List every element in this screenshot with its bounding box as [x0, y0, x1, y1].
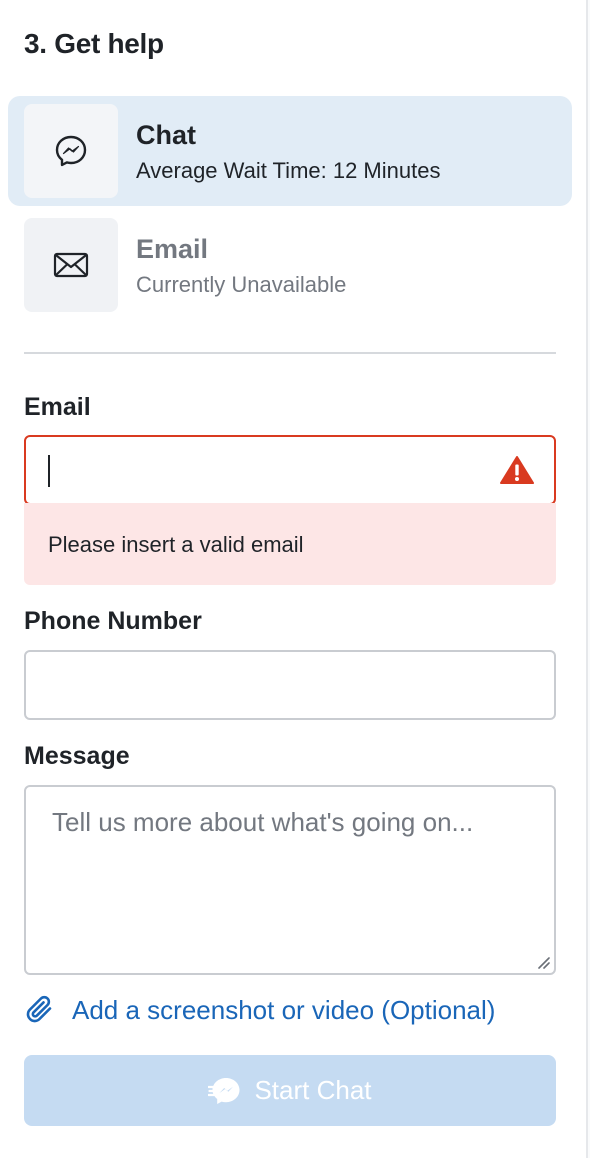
- option-email-title: Email: [136, 234, 209, 264]
- phone-field[interactable]: [24, 650, 556, 720]
- option-chat-wait-time: Average Wait Time: 12 Minutes: [136, 158, 441, 183]
- message-placeholder: Tell us more about what's going on...: [52, 807, 474, 837]
- get-help-panel: 3. Get help Chat Average Wait Time: 12 M…: [0, 0, 586, 1158]
- add-attachment-link[interactable]: Add a screenshot or video (Optional): [24, 994, 495, 1026]
- option-chat[interactable]: Chat Average Wait Time: 12 Minutes: [8, 96, 572, 206]
- phone-label: Phone Number: [24, 607, 202, 635]
- option-email: Email Currently Unavailable: [8, 210, 572, 320]
- email-label: Email: [24, 393, 91, 421]
- warning-icon: [500, 456, 534, 484]
- option-email-status: Currently Unavailable: [136, 272, 347, 297]
- paperclip-icon: [26, 995, 52, 1023]
- option-chat-title: Chat: [136, 120, 196, 150]
- divider: [24, 352, 556, 354]
- message-textarea[interactable]: Tell us more about what's going on...: [24, 785, 556, 975]
- messenger-icon: [55, 135, 87, 167]
- envelope-icon: [53, 252, 89, 278]
- messenger-icon: [208, 1077, 240, 1104]
- start-chat-button[interactable]: Start Chat: [24, 1055, 556, 1126]
- email-error-box: Please insert a valid email: [24, 503, 556, 585]
- message-label: Message: [24, 742, 130, 770]
- option-chat-icon-box: [24, 104, 118, 198]
- add-attachment-label: Add a screenshot or video (Optional): [72, 994, 496, 1025]
- option-email-icon-box: [24, 218, 118, 312]
- section-title: 3. Get help: [24, 28, 164, 59]
- text-caret: [48, 455, 50, 487]
- start-chat-label: Start Chat: [254, 1075, 372, 1105]
- panel-scrollbar-edge: [586, 0, 590, 1158]
- email-error-message: Please insert a valid email: [48, 532, 304, 557]
- email-field[interactable]: [24, 435, 556, 505]
- resize-grip-icon[interactable]: [536, 955, 550, 969]
